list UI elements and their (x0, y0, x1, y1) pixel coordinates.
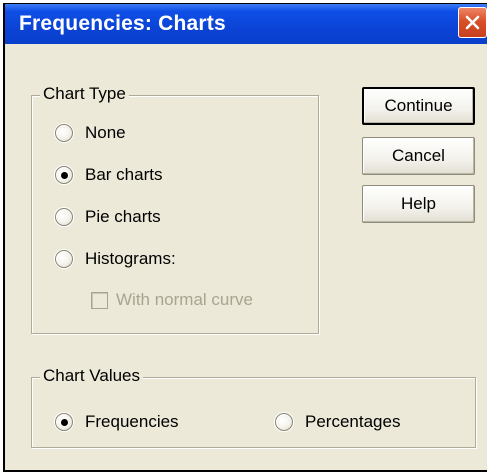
radio-pie-charts-circle[interactable] (55, 208, 73, 226)
chart-values-group-label: Chart Values (40, 366, 144, 386)
radio-selected-dot (60, 171, 68, 179)
radio-none-label: None (85, 123, 126, 142)
radio-frequencies-label: Frequencies (85, 412, 179, 431)
radio-pie-charts[interactable]: Pie charts (55, 206, 161, 228)
frequencies-charts-dialog: Frequencies: Charts Chart Type None Bar … (3, 3, 487, 472)
radio-histograms[interactable]: Histograms: (55, 248, 176, 270)
close-icon (465, 15, 480, 30)
window-title: Frequencies: Charts (19, 12, 226, 35)
continue-button[interactable]: Continue (362, 87, 475, 125)
radio-none[interactable]: None (55, 122, 126, 144)
radio-percentages-circle[interactable] (275, 413, 293, 431)
normal-curve-label: With normal curve (116, 290, 253, 309)
radio-bar-charts-label: Bar charts (85, 165, 163, 184)
radio-histograms-circle[interactable] (55, 250, 73, 268)
radio-frequencies[interactable]: Frequencies (55, 411, 179, 433)
chart-type-group-label: Chart Type (40, 84, 129, 104)
radio-pie-charts-label: Pie charts (85, 207, 161, 226)
radio-histograms-label: Histograms: (85, 249, 176, 268)
normal-curve-checkbox-row[interactable]: With normal curve (91, 289, 253, 311)
radio-bar-charts-circle[interactable] (55, 166, 73, 184)
radio-bar-charts[interactable]: Bar charts (55, 164, 162, 186)
radio-selected-dot (60, 418, 68, 426)
radio-none-circle[interactable] (55, 124, 73, 142)
title-bar[interactable]: Frequencies: Charts (5, 4, 487, 44)
cancel-button[interactable]: Cancel (362, 137, 475, 175)
close-button[interactable] (458, 7, 487, 38)
radio-percentages-label: Percentages (305, 412, 401, 431)
normal-curve-checkbox[interactable] (91, 291, 108, 309)
radio-percentages[interactable]: Percentages (275, 411, 400, 433)
radio-frequencies-circle[interactable] (55, 413, 73, 431)
help-button[interactable]: Help (362, 185, 475, 223)
